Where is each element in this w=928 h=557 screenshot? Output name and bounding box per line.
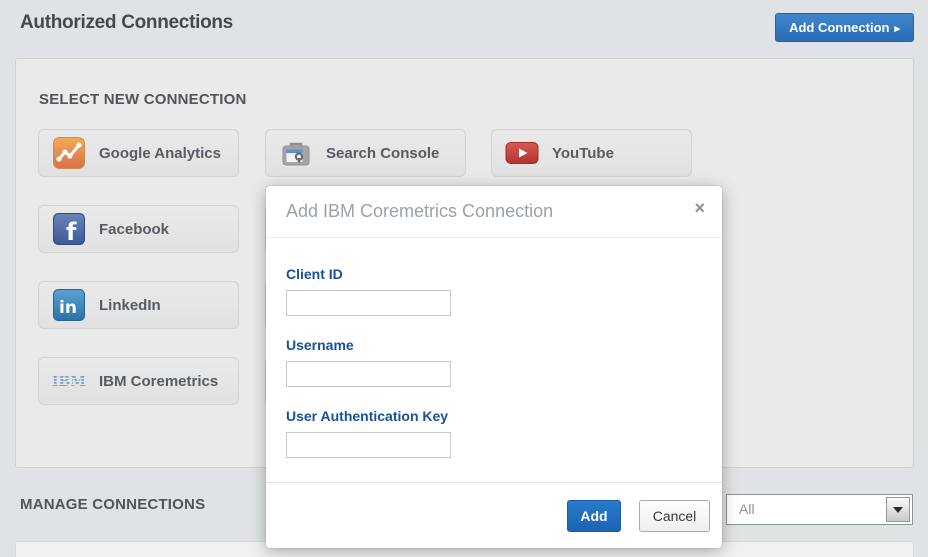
search-console-icon xyxy=(279,137,313,169)
svg-text:f: f xyxy=(66,218,77,245)
close-icon[interactable]: × xyxy=(694,199,705,217)
add-connection-button[interactable]: Add Connection ▸ xyxy=(775,13,914,42)
add-connection-label: Add Connection xyxy=(789,20,889,35)
modal-footer: Add Cancel xyxy=(266,482,722,548)
cancel-button[interactable]: Cancel xyxy=(639,500,710,532)
youtube-icon xyxy=(505,137,539,169)
client-id-input[interactable] xyxy=(286,290,451,316)
google-analytics-icon xyxy=(52,137,86,169)
client-id-label: Client ID xyxy=(286,266,702,282)
svg-text:in: in xyxy=(59,298,77,318)
add-ibm-coremetrics-modal: Add IBM Coremetrics Connection × Client … xyxy=(266,186,722,548)
connection-label: IBM Coremetrics xyxy=(99,373,218,390)
username-label: Username xyxy=(286,337,702,353)
user-authentication-key-input[interactable] xyxy=(286,432,451,458)
connection-button-facebook[interactable]: f Facebook xyxy=(38,205,239,253)
connection-button-search-console[interactable]: Search Console xyxy=(265,129,466,177)
page: Authorized Connections Add Connection ▸ S… xyxy=(0,0,928,557)
connection-button-google-analytics[interactable]: Google Analytics xyxy=(38,129,239,177)
modal-header: Add IBM Coremetrics Connection × xyxy=(266,186,722,238)
chevron-down-icon[interactable] xyxy=(886,497,910,522)
right-arrow-icon: ▸ xyxy=(894,23,900,35)
add-button[interactable]: Add xyxy=(567,500,621,532)
connection-filter-select[interactable]: All xyxy=(726,494,913,525)
ibm-icon: IBM xyxy=(52,373,86,389)
connection-label: YouTube xyxy=(552,145,614,162)
linkedin-icon: in xyxy=(52,289,86,321)
connection-label: LinkedIn xyxy=(99,297,161,314)
manage-connections-heading: MANAGE CONNECTIONS xyxy=(20,496,205,513)
username-input[interactable] xyxy=(286,361,451,387)
select-new-connection-heading: SELECT NEW CONNECTION xyxy=(39,91,247,108)
connection-label: Google Analytics xyxy=(99,145,221,162)
connection-button-youtube[interactable]: YouTube xyxy=(491,129,692,177)
modal-body: Client ID Username User Authentication K… xyxy=(266,238,722,458)
connection-button-ibm-coremetrics[interactable]: IBM IBM Coremetrics xyxy=(38,357,239,405)
connection-label: Search Console xyxy=(326,145,439,162)
connection-button-linkedin[interactable]: in LinkedIn xyxy=(38,281,239,329)
filter-selected-value: All xyxy=(739,501,755,517)
modal-title: Add IBM Coremetrics Connection xyxy=(286,201,553,222)
connection-label: Facebook xyxy=(99,221,169,238)
facebook-icon: f xyxy=(52,213,86,245)
page-title: Authorized Connections xyxy=(20,12,233,34)
user-authentication-key-label: User Authentication Key xyxy=(286,408,702,424)
svg-text:IBM: IBM xyxy=(52,374,86,389)
